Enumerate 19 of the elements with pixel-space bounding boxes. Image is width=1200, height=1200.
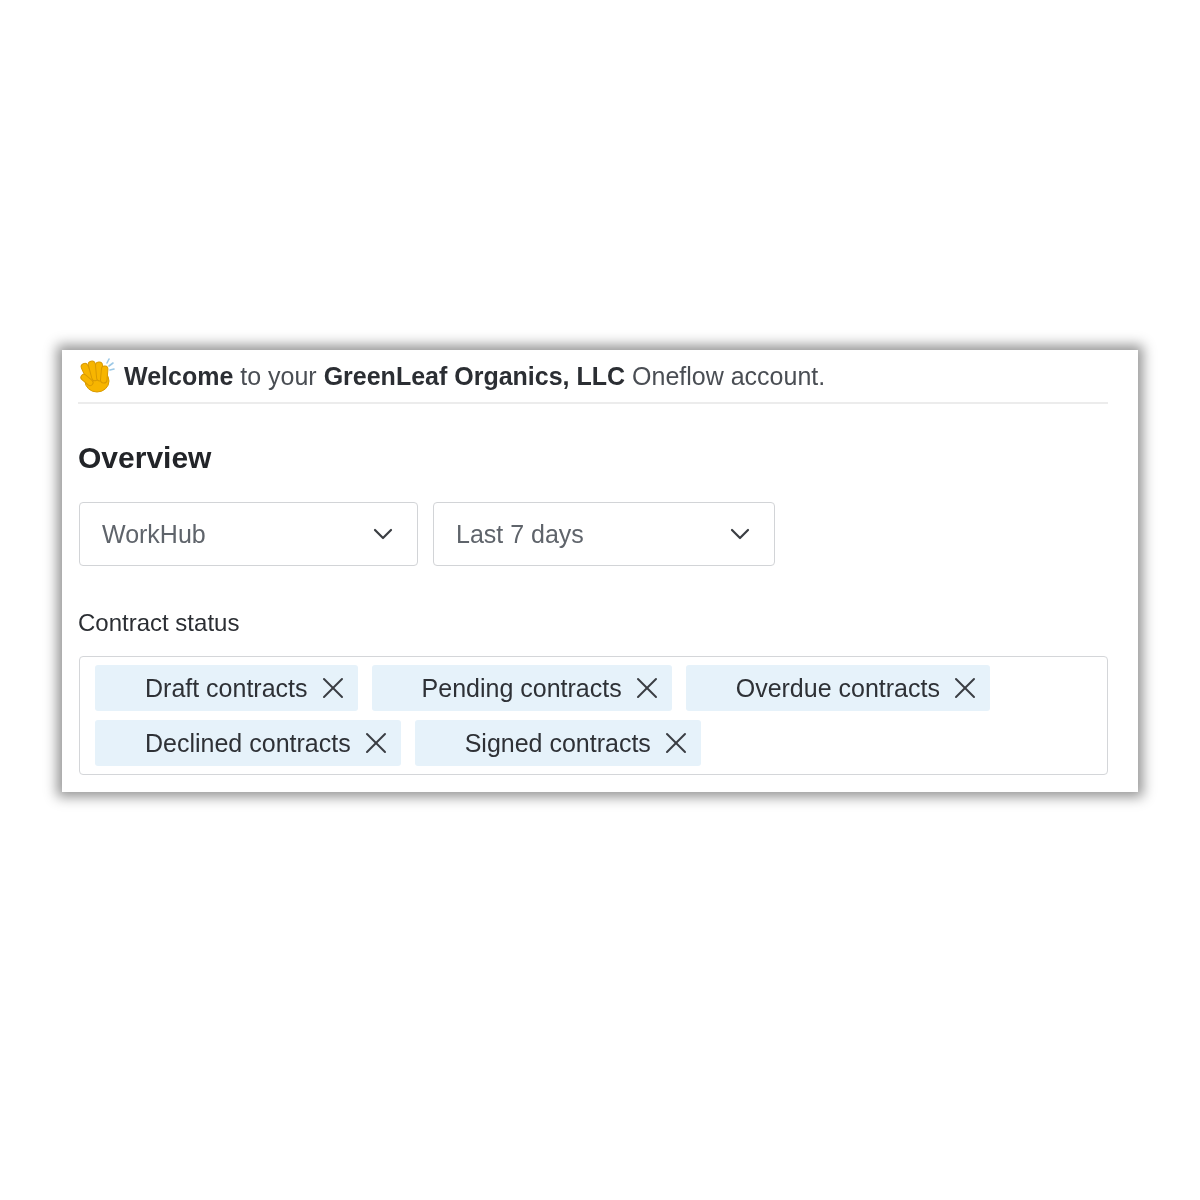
filter-dropdown[interactable]: WorkHub (79, 502, 418, 566)
filter-dropdown[interactable]: Last 7 days (433, 502, 775, 566)
status-tag[interactable]: Overdue contracts (685, 665, 990, 711)
chevron-down-icon (730, 528, 750, 540)
close-icon[interactable] (321, 677, 344, 699)
waving-hand-icon (78, 357, 116, 395)
close-icon[interactable] (635, 677, 658, 699)
welcome-message: Welcome to your GreenLeaf Organics, LLC Oneflow account. (124, 361, 826, 391)
chevron-down-icon (373, 528, 393, 540)
close-icon[interactable] (664, 732, 687, 754)
overview-heading: Overview (78, 440, 213, 476)
close-icon[interactable] (953, 677, 976, 699)
status-tag[interactable]: Signed contracts (414, 720, 701, 766)
status-tag[interactable]: Pending contracts (371, 665, 672, 711)
status-tag[interactable]: Draft contracts (95, 665, 358, 711)
contract-status-label: Contract status (78, 608, 241, 638)
status-tag[interactable]: Declined contracts (95, 720, 401, 766)
tag-select-field[interactable]: Draft contracts Pending contracts Overdue contracts Declined contracts Signed contracts (79, 656, 1108, 775)
close-icon[interactable] (364, 732, 387, 754)
